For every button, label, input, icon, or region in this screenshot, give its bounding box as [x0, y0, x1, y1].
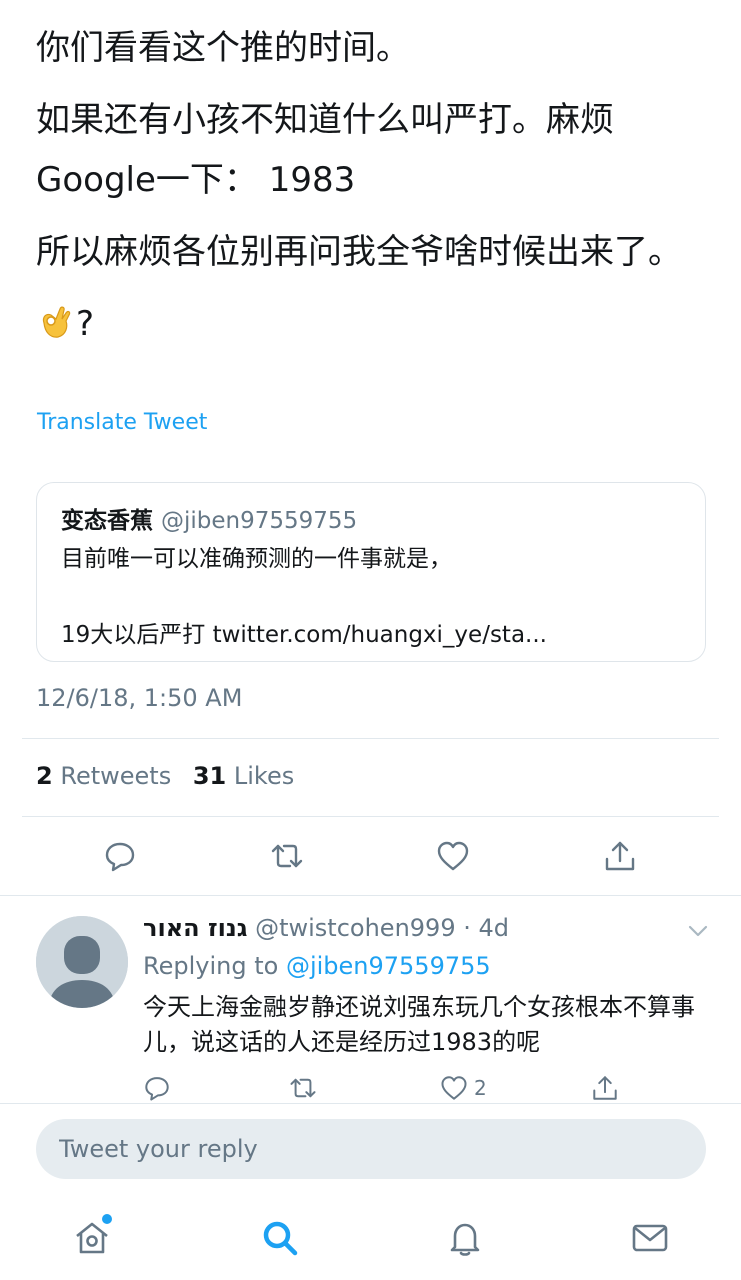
reply-reply-button[interactable] — [143, 1074, 171, 1102]
divider — [22, 816, 719, 817]
reply-input[interactable] — [36, 1119, 706, 1179]
default-avatar-icon — [36, 916, 128, 1008]
retweet-icon — [290, 1078, 316, 1098]
heart-icon — [441, 1076, 467, 1100]
share-icon — [605, 841, 635, 871]
nav-search[interactable] — [256, 1214, 304, 1262]
likes-label[interactable]: Likes — [234, 762, 294, 790]
like-button[interactable] — [433, 836, 473, 876]
avatar[interactable] — [36, 916, 128, 1008]
tweet-timestamp: 12/6/18, 1:50 AM — [36, 684, 243, 712]
reply-action-bar: 2 — [143, 1074, 703, 1102]
tweet-question-mark: ? — [76, 304, 95, 344]
reply-author-name[interactable]: גנוז האור — [143, 914, 247, 942]
envelope-icon — [632, 1224, 668, 1252]
likes-count[interactable]: 31 — [193, 762, 226, 790]
reply-icon — [145, 1077, 169, 1101]
retweet-button[interactable] — [267, 836, 307, 876]
quoted-text-line: 目前唯一可以准确预测的一件事就是， — [61, 546, 452, 572]
share-icon — [593, 1076, 617, 1100]
reply-composer[interactable] — [36, 1119, 706, 1179]
home-icon — [76, 1222, 108, 1254]
reply-handle-time: @twistcohen999 · 4d — [255, 914, 509, 942]
reply-icon — [105, 842, 135, 872]
tweet-emoji-line: ? — [36, 294, 716, 354]
ok-hand-emoji-icon — [42, 306, 71, 338]
replying-to-label: Replying to — [143, 952, 279, 980]
translate-tweet-link[interactable]: Translate Tweet — [37, 410, 207, 435]
quoted-tweet-card[interactable]: 变态香蕉 @jiben97559755 目前唯一可以准确预测的一件事就是， 19大… — [36, 482, 706, 662]
retweets-count[interactable]: 2 — [36, 762, 53, 790]
tweet-stats: 2 Retweets 31 Likes — [36, 762, 308, 790]
nav-notifications[interactable] — [441, 1214, 489, 1262]
chevron-down-icon[interactable] — [685, 918, 711, 944]
divider — [22, 738, 719, 739]
reply-header: גנוז האור @twistcohen999 · 4d — [143, 914, 509, 942]
retweets-label[interactable]: Retweets — [60, 762, 171, 790]
bottom-bar — [0, 1103, 741, 1280]
quoted-author-handle: @jiben97559755 — [161, 508, 358, 534]
quoted-text-line: 19大以后严打 twitter.com/huangxi_ye/sta... — [61, 622, 547, 648]
quoted-author-name: 变态香蕉 — [61, 508, 153, 534]
reply-like-count: 2 — [474, 1076, 487, 1100]
heart-icon — [437, 841, 469, 871]
bell-icon — [450, 1223, 480, 1256]
tweet-paragraph: 所以麻烦各位别再问我全爷啥时候出来了。 — [36, 232, 682, 272]
tweet-body: 你们看看这个推的时间。 如果还有小孩不知道什么叫严打。麻烦Google一下： 1… — [36, 18, 716, 354]
quoted-tweet-header: 变态香蕉 @jiben97559755 — [61, 501, 357, 535]
retweet-icon — [271, 844, 303, 868]
reply-text: 今天上海金融岁静还说刘强东玩几个女孩根本不算事儿，说这话的人还是经历过1983的… — [143, 993, 695, 1056]
replying-to: Replying to @jiben97559755 — [143, 952, 491, 980]
reply-tweet[interactable]: גנוז האור @twistcohen999 · 4d Replying t… — [0, 896, 741, 1102]
reply-retweet-button[interactable] — [289, 1074, 317, 1102]
replying-to-mention[interactable]: @jiben97559755 — [286, 952, 491, 980]
share-button[interactable] — [600, 836, 640, 876]
notification-dot — [102, 1214, 112, 1224]
tweet-paragraph: 你们看看这个推的时间。 — [36, 28, 410, 68]
tweet-paragraph: 如果还有小孩不知道什么叫严打。麻烦Google一下： 1983 — [36, 100, 614, 200]
reply-share-button[interactable] — [591, 1074, 619, 1102]
reply-like-button[interactable]: 2 — [440, 1074, 487, 1102]
search-icon — [263, 1221, 298, 1256]
reply-button[interactable] — [100, 836, 140, 876]
nav-messages[interactable] — [626, 1214, 674, 1262]
